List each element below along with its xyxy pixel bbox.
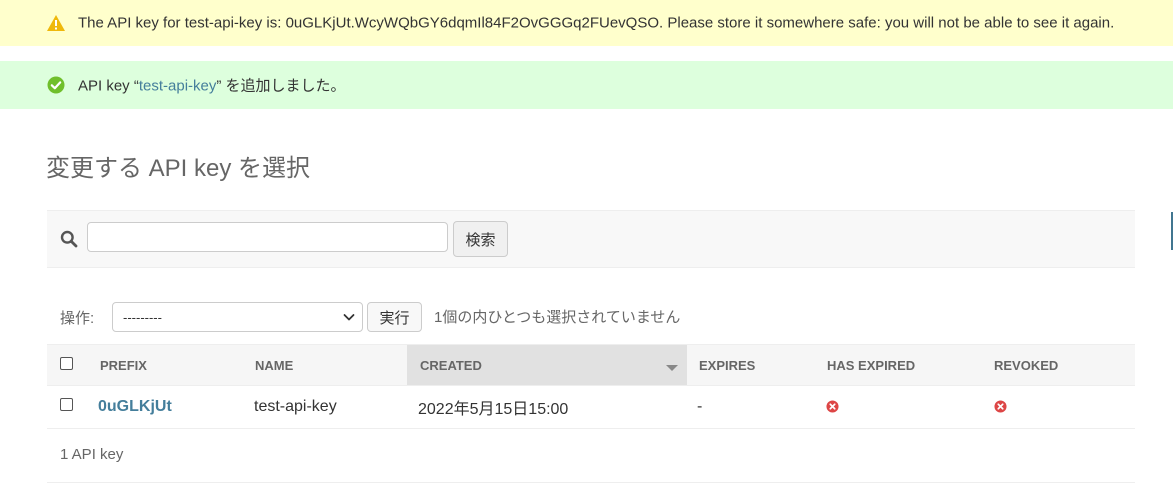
cell-has-expired bbox=[815, 385, 994, 429]
success-text: API key “test-api-key” を追加しました。 bbox=[78, 75, 346, 96]
column-expires[interactable]: EXPIRES bbox=[687, 344, 815, 386]
select-all-checkbox[interactable] bbox=[60, 357, 73, 370]
page-title: 変更する API key を選択 bbox=[46, 155, 311, 182]
row-select-cell bbox=[47, 385, 100, 429]
column-expires-label: EXPIRES bbox=[699, 357, 756, 373]
warning-icon bbox=[46, 13, 66, 33]
result-count: 1 API key bbox=[60, 446, 124, 463]
cell-revoked bbox=[994, 385, 1135, 429]
added-key-link[interactable]: test-api-key bbox=[139, 78, 217, 95]
action-select-value: --------- bbox=[123, 309, 162, 325]
column-revoked-label: REVOKED bbox=[994, 357, 1059, 373]
column-created[interactable]: CREATED bbox=[407, 344, 687, 386]
run-action-button[interactable]: 実行 bbox=[367, 302, 422, 332]
name-value: test-api-key bbox=[254, 398, 337, 415]
expires-value: - bbox=[697, 398, 703, 415]
result-table: PREFIX NAME CREATED EXPIRES HAS EXPIRED … bbox=[47, 344, 1135, 429]
column-created-label: CREATED bbox=[420, 357, 482, 373]
column-prefix-label: PREFIX bbox=[100, 357, 147, 373]
cell-expires: - bbox=[687, 385, 815, 429]
column-revoked[interactable]: REVOKED bbox=[994, 344, 1135, 386]
prefix-link[interactable]: 0uGLKjUt bbox=[98, 398, 172, 415]
cell-prefix: 0uGLKjUt bbox=[98, 385, 254, 429]
row-checkbox[interactable] bbox=[60, 398, 73, 411]
search-toolbar: 検索 bbox=[47, 210, 1135, 268]
table-row: 0uGLKjUt test-api-key 2022年5月15日15:00 - bbox=[47, 385, 1135, 429]
sort-descending-icon[interactable] bbox=[666, 365, 678, 371]
action-select[interactable]: --------- bbox=[112, 302, 363, 332]
warning-message: The API key for test-api-key is: 0uGLKjU… bbox=[0, 0, 1173, 46]
search-icon bbox=[60, 230, 78, 248]
select-all-cell bbox=[47, 344, 100, 386]
chevron-down-icon bbox=[342, 310, 356, 324]
success-text-suffix: ” を追加しました。 bbox=[216, 77, 346, 95]
cell-name: test-api-key bbox=[254, 385, 407, 429]
revoked-no-icon bbox=[994, 398, 1007, 416]
column-has-expired[interactable]: HAS EXPIRED bbox=[815, 344, 994, 386]
search-input[interactable] bbox=[87, 222, 448, 252]
actions-label: 操作: bbox=[60, 310, 95, 327]
column-has-expired-label: HAS EXPIRED bbox=[827, 357, 916, 373]
cell-created: 2022年5月15日15:00 bbox=[407, 385, 687, 429]
column-name[interactable]: NAME bbox=[254, 344, 407, 386]
selection-counter: 1個の内ひとつも選択されていません bbox=[434, 309, 681, 326]
actions-bar: 操作: --------- 実行 1個の内ひとつも選択されていません bbox=[47, 300, 1135, 332]
success-text-prefix: API key “ bbox=[78, 77, 139, 95]
table-header-row: PREFIX NAME CREATED EXPIRES HAS EXPIRED … bbox=[47, 344, 1135, 386]
column-name-label: NAME bbox=[255, 357, 294, 373]
column-prefix[interactable]: PREFIX bbox=[100, 344, 254, 386]
warning-text: The API key for test-api-key is: 0uGLKjU… bbox=[78, 14, 1115, 32]
check-circle-icon bbox=[46, 75, 66, 95]
has-expired-no-icon bbox=[815, 398, 839, 416]
success-message: API key “test-api-key” を追加しました。 bbox=[0, 61, 1173, 109]
search-button[interactable]: 検索 bbox=[453, 221, 508, 257]
paginator: 1 API key bbox=[47, 430, 1135, 483]
created-value: 2022年5月15日15:00 bbox=[418, 401, 569, 418]
